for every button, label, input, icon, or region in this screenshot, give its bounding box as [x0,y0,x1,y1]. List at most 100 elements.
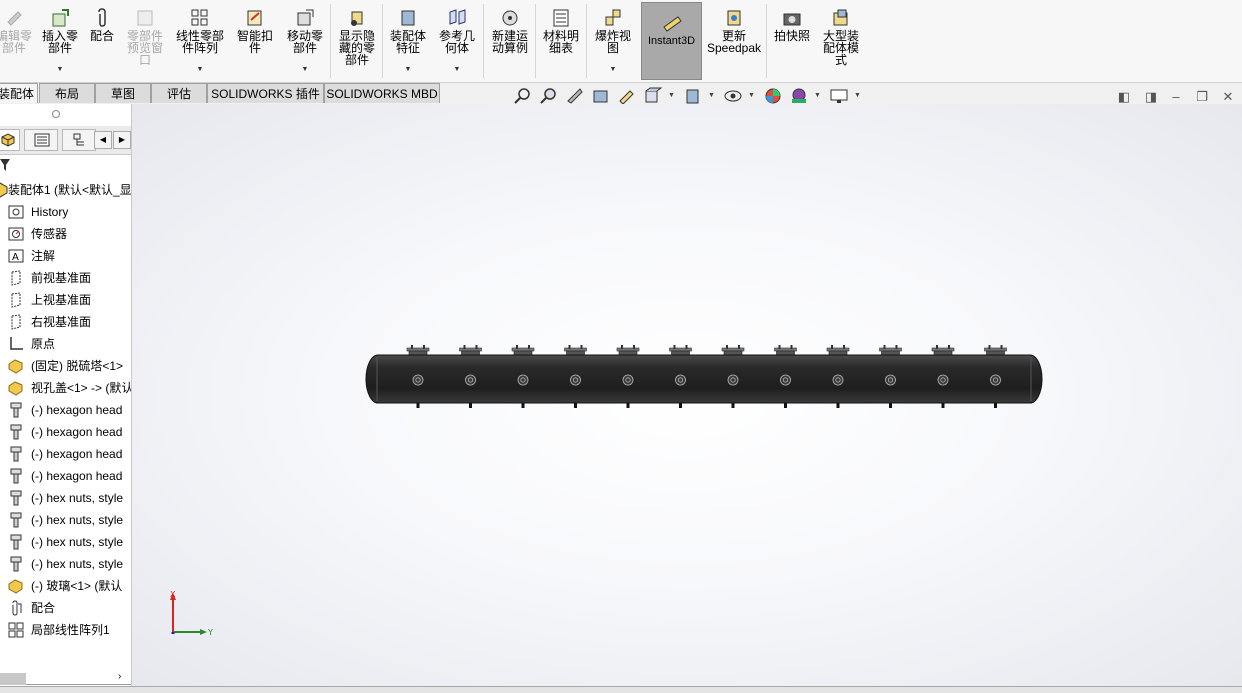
chevron-down-icon[interactable]: ▼ [668,92,675,99]
tree-item[interactable]: 上视基准面 [0,289,131,311]
chevron-down-icon[interactable]: ▼ [454,64,461,76]
chevron-down-icon[interactable]: ▼ [814,92,821,99]
tree-item[interactable]: (-) hex nuts, style [0,553,131,575]
panel-collapse-handle[interactable] [52,110,60,118]
tab-solidworks-addins[interactable]: SOLIDWORKS 插件 [207,83,324,103]
tree-root-assembly[interactable]: 装配体1 (默认<默认_显 [0,179,131,201]
linear-pattern-button[interactable]: 线性零部 件阵列 ▼ [172,6,228,78]
top-flange-nozzle[interactable] [406,345,430,356]
top-flange-nozzle[interactable] [931,345,955,356]
sight-port[interactable] [885,374,896,386]
section-view-icon[interactable] [591,86,611,106]
top-flange-nozzle[interactable] [459,345,482,356]
tower-assembly-model[interactable] [132,104,1242,687]
tree-item[interactable]: 传感器 [0,223,131,245]
sight-port[interactable] [727,374,739,386]
assembly-feature-button[interactable]: 装配体 特征 ▼ [386,6,430,78]
sight-port[interactable] [780,374,791,386]
tree-item[interactable]: (-) hexagon head [0,443,131,465]
tab-feature-manager[interactable] [0,129,20,151]
top-flange-nozzle[interactable] [984,345,1007,356]
zoom-to-fit-icon[interactable] [513,86,533,106]
horizontal-scrollbar-thumb[interactable] [0,673,26,685]
large-assembly-button[interactable]: 大型装 配体模 式 [818,6,864,78]
sight-port[interactable] [675,374,686,386]
sight-port[interactable] [937,374,949,386]
edit-appearance-icon[interactable] [763,86,783,106]
smart-fastener-button[interactable]: 智能扣 件 [232,6,278,78]
zoom-to-area-icon[interactable] [539,86,559,106]
top-flange-nozzle[interactable] [879,345,902,356]
tree-item[interactable]: History [0,201,131,223]
tree-item[interactable]: 局部线性阵列1 [0,619,131,641]
sight-port[interactable] [517,374,529,386]
tile-right-icon[interactable]: ◨ [1144,90,1158,104]
apply-scene-icon[interactable] [789,86,809,106]
filter-icon[interactable] [0,156,14,174]
tree-item[interactable]: (-) hex nuts, style [0,487,131,509]
chevron-down-icon[interactable]: ▼ [302,64,309,76]
tree-item[interactable]: A 注解 [0,245,131,267]
tree-item[interactable]: (-) hex nuts, style [0,531,131,553]
tree-item[interactable]: 右视基准面 [0,311,131,333]
scroll-left-icon[interactable]: ◀ [94,131,112,149]
chevron-down-icon[interactable]: ▼ [405,64,412,76]
graphics-area[interactable]: X Y [132,104,1242,687]
tree-item[interactable]: 视孔盖<1> -> (默认 [0,377,131,399]
reference-geometry-button[interactable]: 参考几 何体 ▼ [434,6,480,78]
show-hidden-button[interactable]: 显示隐 藏的零 部件 [334,6,380,78]
tab-solidworks-mbd[interactable]: SOLIDWORKS MBD [324,83,440,103]
tile-left-icon[interactable]: ◧ [1117,90,1131,104]
minimize-icon[interactable]: – [1169,90,1183,104]
top-flange-nozzle[interactable] [774,345,797,356]
tree-item[interactable]: 原点 [0,333,131,355]
tree-item[interactable]: (-) hexagon head [0,421,131,443]
view-orientation-icon[interactable] [643,86,663,106]
component-preview-button[interactable]: 零部件 预览窗 口 [122,6,168,78]
top-flange-nozzle[interactable] [721,345,745,356]
tree-item[interactable]: (-) hexagon head [0,399,131,421]
tree-item[interactable]: (固定) 脱硫塔<1> [0,355,131,377]
move-component-button[interactable]: 移动零 部件 ▼ [282,6,328,78]
view-settings-icon[interactable] [829,86,849,106]
tree-item[interactable]: (-) hexagon head [0,465,131,487]
tree-item[interactable]: 前视基准面 [0,267,131,289]
chevron-down-icon[interactable]: ▼ [748,92,755,99]
exploded-view-button[interactable]: 爆炸视 图 ▼ [590,6,636,78]
scroll-right-icon[interactable]: ▶ [113,131,131,149]
close-icon[interactable]: ✕ [1221,90,1235,104]
chevron-down-icon[interactable]: ▼ [57,64,64,76]
tab-configuration-manager[interactable] [62,129,96,151]
tab-property-manager[interactable] [24,129,58,151]
mate-button[interactable]: 配合 [86,6,118,78]
tree-item[interactable]: 配合 [0,597,131,619]
sight-port[interactable] [990,374,1001,386]
scroll-right-arrow-icon[interactable]: › [118,671,121,682]
top-flange-nozzle[interactable] [616,345,640,356]
tree-item[interactable]: (-) hex nuts, style [0,509,131,531]
speedpak-button[interactable]: 更新 Speedpak [706,6,762,78]
top-flange-nozzle[interactable] [564,345,587,356]
sight-port[interactable] [412,374,424,386]
insert-component-button[interactable]: 插入零 部件 ▼ [38,6,82,78]
top-flange-nozzle[interactable] [511,345,535,356]
tree-item[interactable]: (-) 玻璃<1> (默认 [0,575,131,597]
tab-sketch[interactable]: 草图 [95,83,151,103]
chevron-down-icon[interactable]: ▼ [854,92,861,99]
chevron-down-icon[interactable]: ▼ [610,64,617,76]
display-style-icon[interactable] [683,86,703,106]
snapshot-button[interactable]: 拍快照 [770,6,814,78]
instant3d-button[interactable]: Instant3D [641,2,702,80]
previous-view-icon[interactable] [565,86,585,106]
hide-show-items-icon[interactable] [723,86,743,106]
top-flange-nozzle[interactable] [669,345,692,356]
bill-of-materials-button[interactable]: 材料明 细表 [539,6,583,78]
tab-evaluate[interactable]: 评估 [151,83,207,103]
sight-port[interactable] [570,374,581,386]
chevron-down-icon[interactable]: ▼ [708,92,715,99]
restore-icon[interactable]: ❐ [1195,90,1209,104]
sight-port[interactable] [465,374,476,386]
chevron-down-icon[interactable]: ▼ [197,64,204,76]
top-flange-nozzle[interactable] [826,345,850,356]
motion-study-button[interactable]: 新建运 动算例 [487,6,533,78]
